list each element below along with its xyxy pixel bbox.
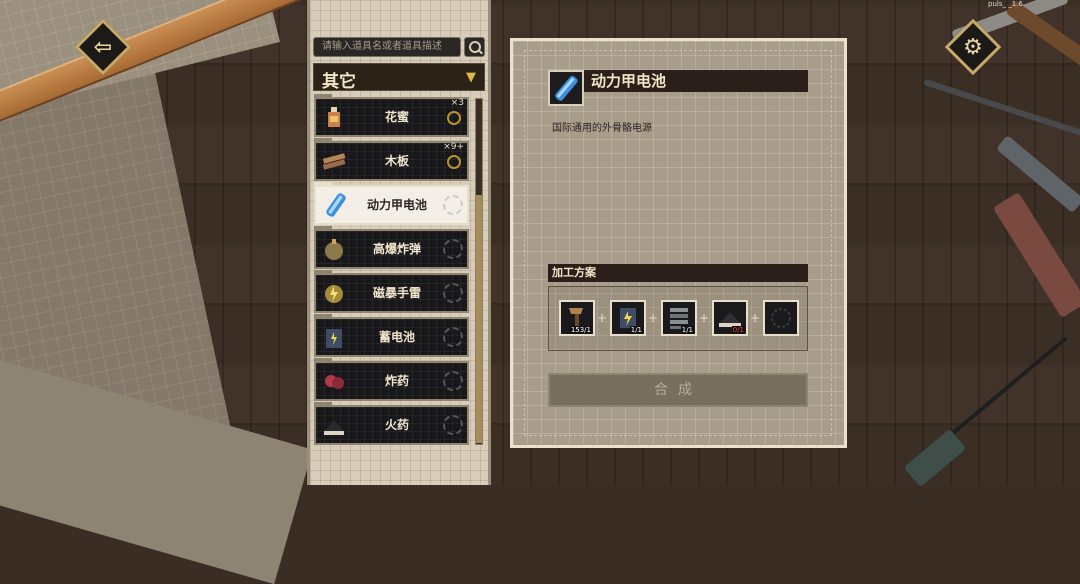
chevron-down-icon: ▼: [466, 70, 476, 85]
item-explosive[interactable]: 炸药: [314, 358, 469, 401]
plus-sign: +: [699, 311, 710, 325]
gunpowder-icon: [324, 420, 344, 435]
item-name: 木板: [384, 154, 409, 168]
bulb-icon: [447, 155, 461, 169]
item-name: 磁暴手雷: [372, 286, 421, 300]
scrollbar-thumb[interactable]: [476, 195, 482, 443]
empty-slot-icon: [771, 308, 791, 328]
ingredient-qty: 1/1: [680, 326, 694, 334]
gear-deco-icon: [443, 195, 463, 215]
item-name: 花蜜: [384, 110, 409, 124]
ingredient-qty: 1/1: [629, 326, 643, 334]
back-arrow-icon: ⇦: [93, 34, 113, 60]
gear-deco-icon: [443, 283, 463, 303]
item-emp-grenade[interactable]: 磁暴手雷: [314, 270, 469, 313]
grenade-icon: [325, 285, 343, 303]
item-name: 炸药: [384, 374, 409, 388]
ingredient-slot[interactable]: 1/1: [661, 300, 697, 336]
ingredient-slot-empty[interactable]: [763, 300, 799, 336]
gear-deco-icon: [443, 327, 463, 347]
gear-icon: ⚙: [963, 34, 983, 60]
gear-deco-icon: [443, 371, 463, 391]
ingredient-qty: 0/1: [731, 326, 745, 334]
plank-icon: [322, 153, 346, 170]
item-accumulator[interactable]: 蓄电池: [314, 314, 469, 357]
plus-sign: +: [597, 311, 608, 325]
nectar-bottle-icon: [328, 107, 340, 127]
item-plank[interactable]: 木板 ×9+: [314, 138, 469, 181]
ingredient-slot[interactable]: 1/1: [610, 300, 646, 336]
item-count: ×3: [450, 98, 464, 108]
search-input[interactable]: 请输入道具名或者道具描述: [313, 37, 461, 57]
item-name: 高爆炸弹: [372, 242, 421, 256]
item-description: 国际通用的外骨骼电源: [552, 123, 652, 134]
item-power-armor-battery[interactable]: 动力甲电池: [314, 182, 469, 225]
gear-deco-icon: [443, 415, 463, 435]
plus-sign: +: [750, 311, 761, 325]
battery-tube-icon: [326, 193, 346, 217]
search-button[interactable]: [464, 37, 485, 57]
recipe-header: 加工方案: [552, 266, 596, 279]
item-count: ×9+: [443, 142, 464, 152]
craft-button[interactable]: 合成: [548, 373, 808, 407]
debug-label: puls_ _1.6: [988, 0, 1023, 8]
item-name: 火药: [384, 418, 409, 432]
gear-deco-icon: [443, 239, 463, 259]
item-name: 动力甲电池: [366, 198, 427, 212]
category-dropdown[interactable]: 其它 ▼: [313, 63, 485, 92]
item-title: 动力甲电池: [591, 72, 667, 90]
battery-tube-icon: [555, 75, 578, 101]
item-gunpowder[interactable]: 火药: [314, 402, 469, 445]
ingredient-qty: 153/1: [569, 326, 592, 334]
ingredient-slot[interactable]: 153/1: [559, 300, 595, 336]
battery-icon: [326, 329, 342, 348]
item-name: 蓄电池: [378, 330, 415, 344]
item-high-explosive-bomb[interactable]: 高爆炸弹: [314, 226, 469, 269]
plus-sign: +: [648, 311, 659, 325]
item-nectar[interactable]: 花蜜 ×3: [314, 94, 469, 137]
bomb-icon: [325, 239, 343, 260]
item-detail-icon: [548, 70, 584, 106]
category-label: 其它: [322, 72, 356, 92]
ingredient-slot[interactable]: 0/1: [712, 300, 748, 336]
title-bar: [550, 70, 808, 92]
explosive-icon: [325, 375, 344, 389]
bulb-icon: [447, 111, 461, 125]
